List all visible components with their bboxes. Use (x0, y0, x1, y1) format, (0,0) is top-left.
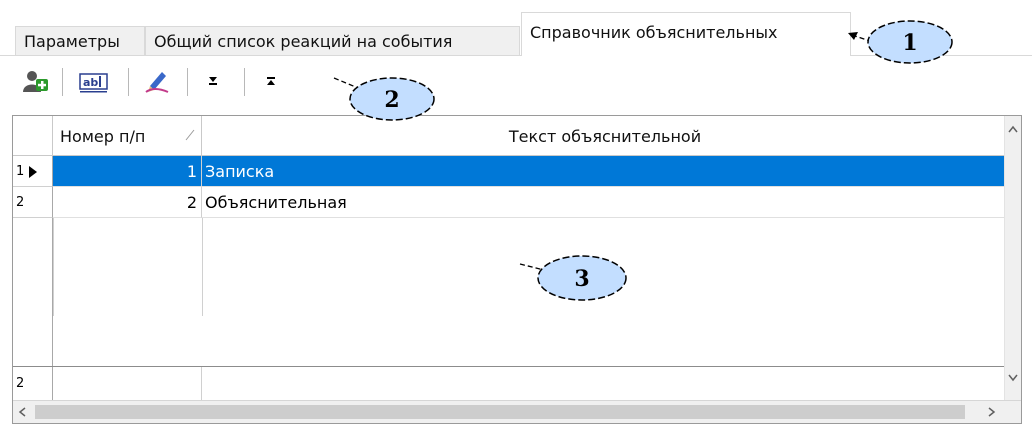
tab-event-reactions[interactable]: Общий список реакций на события (145, 26, 520, 55)
row-indicator[interactable]: 1 (13, 156, 53, 187)
move-down-icon (209, 77, 217, 85)
horizontal-scrollbar[interactable] (13, 400, 1021, 423)
toolbar-separator (128, 68, 129, 96)
current-row-arrow-icon (29, 166, 37, 178)
rename-button[interactable]: ab (77, 66, 111, 96)
footer-indicator: 2 (13, 367, 53, 401)
row-indicator[interactable]: 2 (13, 187, 53, 218)
callout-1: 1 (848, 20, 953, 64)
cell-number[interactable]: 2 (53, 187, 202, 218)
row-indicator-header (13, 116, 53, 156)
move-down-button[interactable] (196, 66, 230, 96)
sort-indicator-icon (185, 129, 195, 141)
column-divider (202, 218, 203, 316)
callout-2-number: 2 (384, 87, 399, 113)
row-indicator-number: 1 (16, 164, 25, 179)
table-row[interactable]: 2 2 Объяснительная (13, 187, 1008, 218)
scroll-down-icon[interactable] (1008, 374, 1018, 382)
cell-number[interactable]: 1 (53, 156, 202, 187)
scroll-up-icon[interactable] (1008, 125, 1018, 133)
column-divider (53, 218, 54, 316)
column-header-number-label: Номер п/п (60, 127, 146, 146)
cell-text[interactable]: Объяснительная (202, 187, 1008, 218)
callout-3: 3 (519, 255, 627, 301)
callout-3-number: 3 (574, 266, 589, 292)
cell-text[interactable]: Записка (202, 156, 1008, 187)
edit-button[interactable] (141, 66, 175, 96)
toolbar-separator (244, 68, 245, 96)
add-icon (23, 71, 48, 92)
column-header-text-label: Текст объяснительной (508, 127, 702, 146)
footer-cell-number (53, 367, 202, 401)
table-row[interactable]: 1 1 Записка (13, 156, 1008, 187)
move-up-icon (267, 77, 275, 85)
tab-parameters[interactable]: Параметры (15, 26, 145, 55)
column-header-text[interactable]: Текст объяснительной (202, 116, 1008, 156)
row-indicator-number: 2 (16, 195, 25, 210)
scroll-left-icon[interactable] (18, 407, 26, 417)
callout-1-number: 1 (902, 30, 917, 56)
footer-row: 2 (13, 367, 1008, 401)
toolbar-separator (62, 68, 63, 96)
tab-explanations-directory[interactable]: Справочник объяснительных (521, 12, 851, 56)
svg-text:ab: ab (83, 76, 98, 89)
edit-icon (145, 72, 169, 93)
rename-icon: ab (79, 73, 108, 93)
add-button[interactable] (18, 66, 52, 96)
horizontal-scroll-thumb[interactable] (35, 405, 965, 419)
toolbar-separator (187, 68, 188, 96)
column-header-number[interactable]: Номер п/п (53, 116, 202, 156)
vertical-scrollbar[interactable] (1004, 116, 1021, 406)
callout-2: 2 (333, 77, 435, 121)
scroll-right-icon[interactable] (988, 407, 996, 417)
move-up-button[interactable] (254, 66, 288, 96)
row-indicator-empty (13, 218, 53, 366)
